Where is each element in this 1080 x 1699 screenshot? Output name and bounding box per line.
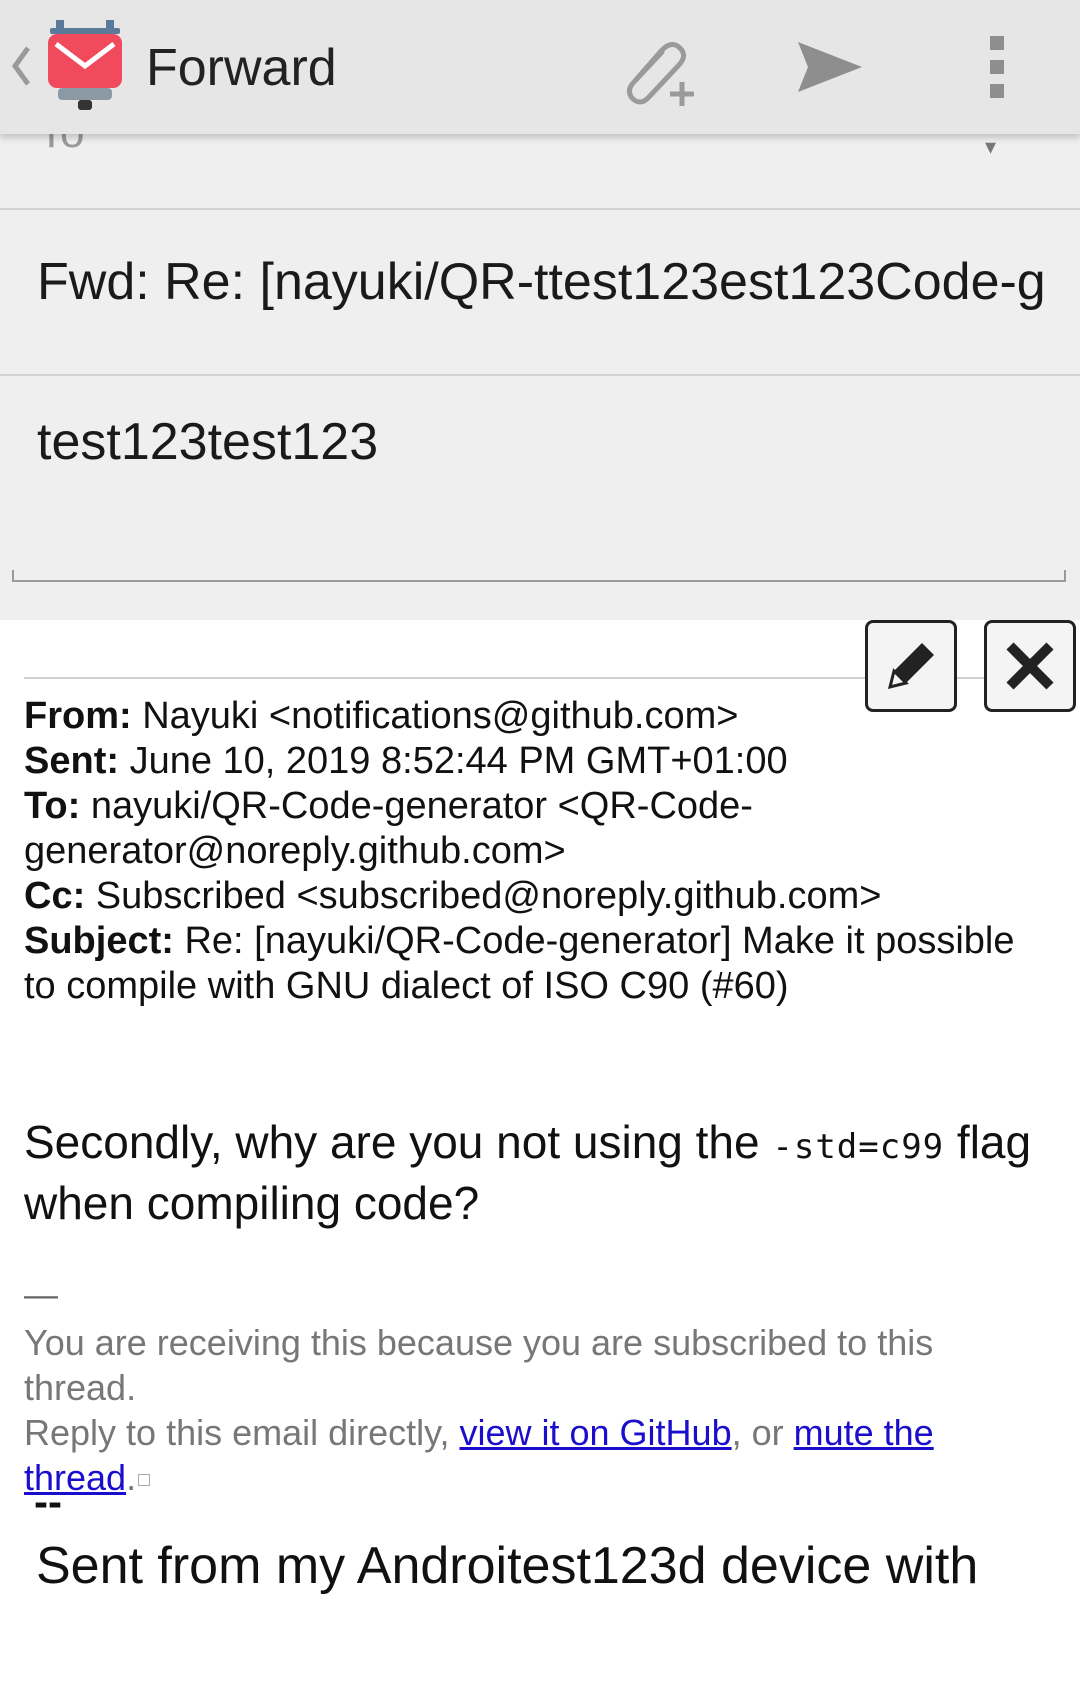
to-header-value: nayuki/QR-Code-generator <QR-Code-genera… <box>24 785 753 872</box>
to-label: To <box>38 134 84 158</box>
quoted-headers: From: Nayuki <notifications@github.com> … <box>24 694 1024 1009</box>
view-on-github-link[interactable]: view it on GitHub <box>459 1412 731 1453</box>
footer-reply-prefix: Reply to this email directly, <box>24 1412 460 1453</box>
message-text-start: Secondly, why are you not using the <box>24 1116 773 1168</box>
subject-field[interactable]: Fwd: Re: [nayuki/QR-ttest123est123Code-g… <box>0 210 1080 376</box>
pencil-icon <box>887 643 934 690</box>
send-icon[interactable] <box>780 22 870 112</box>
subject-header: Subject: Re: [nayuki/QR-Code-generator] … <box>24 919 1024 1009</box>
body-field[interactable]: test123test123 <box>0 376 1080 620</box>
signature-text: Sent from my Androitest123d device with <box>36 1537 979 1595</box>
from-label: From: <box>24 695 132 737</box>
sent-header: Sent: June 10, 2019 8:52:44 PM GMT+01:00 <box>24 739 1024 784</box>
action-bar: Forward <box>0 0 1080 134</box>
to-field[interactable]: To ▾ <box>0 134 1080 210</box>
chevron-left-icon[interactable] <box>10 44 32 88</box>
to-header: To: nayuki/QR-Code-generator <QR-Code-ge… <box>24 784 1024 874</box>
tracking-image-icon <box>138 1474 151 1487</box>
quoted-message: From: Nayuki <notifications@github.com> … <box>0 620 1080 1699</box>
cc-value: Subscribed <subscribed@noreply.github.co… <box>95 875 882 917</box>
close-x-icon <box>1006 642 1054 690</box>
sent-label: Sent: <box>24 740 119 782</box>
body-field-underline <box>12 570 1066 582</box>
to-header-label: To: <box>24 785 81 827</box>
from-value: Nayuki <notifications@github.com> <box>142 695 739 737</box>
cc-label: Cc: <box>24 875 86 917</box>
footer-subscription-note: You are receiving this because you are s… <box>24 1322 934 1408</box>
mail-app-logo[interactable] <box>44 18 126 112</box>
screen-title: Forward <box>146 39 337 97</box>
signature-separator: -- <box>34 1478 62 1525</box>
footer-period: . <box>126 1457 137 1498</box>
compose-form: To ▾ Fwd: Re: [nayuki/QR-ttest123est123C… <box>0 134 1080 620</box>
body-input[interactable]: test123test123 <box>37 410 378 474</box>
more-vert-icon[interactable] <box>952 22 1042 112</box>
sent-value: June 10, 2019 8:52:44 PM GMT+01:00 <box>129 740 788 782</box>
cc-header: Cc: Subscribed <subscribed@noreply.githu… <box>24 874 1024 919</box>
github-footer: You are receiving this because you are s… <box>24 1320 1034 1500</box>
footer-or: , or <box>731 1412 794 1453</box>
footer-separator: — <box>24 1276 58 1314</box>
quoted-body-text: Secondly, why are you not using the -std… <box>24 1114 1054 1231</box>
footer-reply-line: Reply to this email directly, view it on… <box>24 1410 1034 1500</box>
inline-code: -std=c99 <box>772 1127 945 1167</box>
subject-header-label: Subject: <box>24 920 174 962</box>
subject-input[interactable]: Fwd: Re: [nayuki/QR-ttest123est123Code-g… <box>37 250 1045 314</box>
chevron-down-icon[interactable]: ▾ <box>985 134 996 160</box>
paperclip-add-icon[interactable] <box>612 22 702 112</box>
from-header: From: Nayuki <notifications@github.com> <box>24 694 1024 739</box>
